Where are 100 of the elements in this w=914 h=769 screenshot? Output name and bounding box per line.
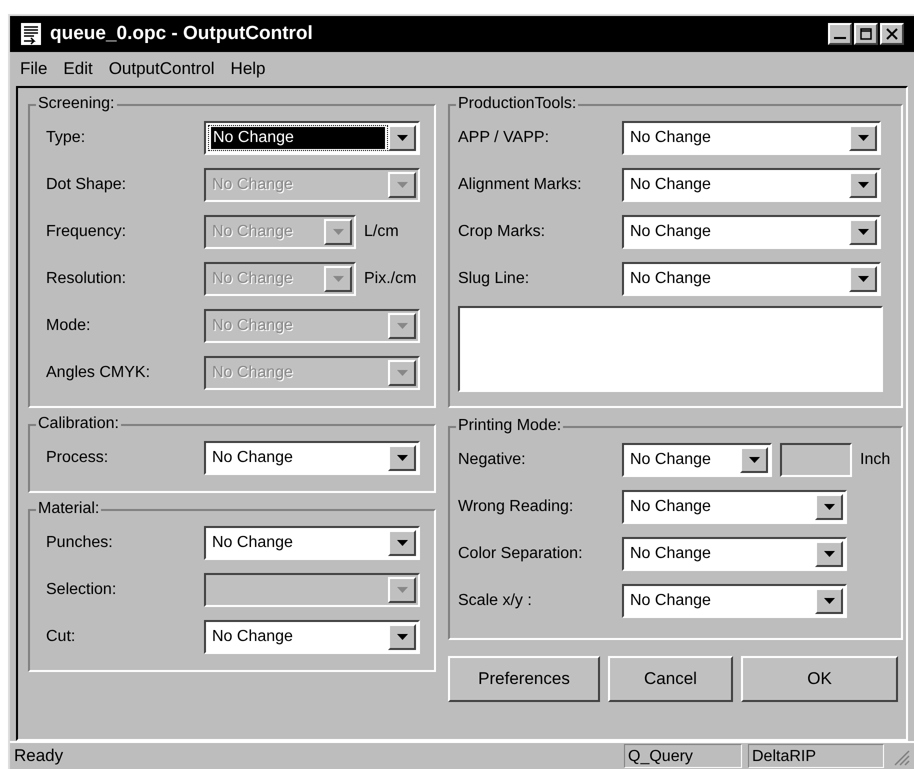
input-field[interactable] (780, 442, 852, 476)
caret-down-icon (396, 540, 408, 546)
field-label: Resolution: (46, 268, 128, 288)
maximize-button[interactable] (854, 23, 878, 45)
dropdown-field[interactable]: No Change (622, 490, 847, 524)
field-label: Wrong Reading: (458, 496, 574, 516)
dropdown-field[interactable]: No Change (204, 440, 420, 474)
field-label: APP / VAPP: (458, 128, 550, 148)
caret-down-icon (332, 276, 344, 282)
status-pane: DeltaRIP (748, 744, 884, 768)
dropdown-field[interactable]: No Change (622, 584, 847, 618)
caret-down-icon (858, 276, 868, 282)
dropdown-arrow-button[interactable] (815, 588, 843, 614)
menu-item[interactable]: Help (230, 56, 266, 82)
dropdown-value: No Change (629, 544, 712, 564)
dropdown-arrow-button[interactable] (849, 266, 877, 292)
caret-down-icon (396, 182, 408, 188)
group-title: Printing Mode: (456, 416, 564, 436)
field-label: Color Separation: (458, 544, 584, 564)
unit-label: Inch (860, 450, 890, 470)
dialog-button[interactable]: OK (741, 656, 898, 702)
unit-label: L/cm (364, 222, 399, 242)
dropdown-arrow-button[interactable] (388, 444, 416, 470)
field-label: Punches: (46, 532, 114, 552)
dropdown-field[interactable]: No Change (622, 168, 881, 202)
dropdown-field[interactable]: No Change (622, 214, 881, 248)
dropdown-value: No Change (629, 268, 712, 288)
dropdown-value: No Change (211, 222, 294, 242)
dropdown-value: No Change (211, 174, 294, 194)
unit-label: Pix./cm (364, 268, 416, 288)
field-label: Negative: (458, 450, 527, 470)
field-label: Slug Line: (458, 268, 530, 288)
document-icon (20, 22, 42, 46)
caret-down-icon (858, 182, 868, 188)
dropdown-arrow-button[interactable] (815, 494, 843, 520)
caret-down-icon (396, 322, 408, 328)
close-button[interactable] (880, 23, 904, 45)
caret-down-icon (824, 504, 834, 510)
dropdown-value: No Change (629, 496, 712, 516)
dropdown-field[interactable]: No Change (622, 120, 881, 154)
close-icon (886, 28, 898, 40)
field-label: Selection: (46, 580, 118, 600)
dropdown-field[interactable]: No Change (204, 620, 420, 654)
dropdown-value: No Change (629, 174, 712, 194)
field-label: Process: (46, 448, 110, 468)
dropdown-value: No Change (211, 532, 294, 552)
caret-down-icon (332, 228, 344, 234)
caret-down-icon (824, 598, 834, 604)
caret-down-icon (396, 134, 408, 140)
text-area[interactable] (458, 306, 883, 392)
dropdown-field[interactable]: No Change (622, 262, 881, 296)
caret-down-icon (858, 134, 868, 140)
dropdown-value: No Change (211, 126, 385, 148)
window-title: queue_0.opc - OutputControl (50, 22, 314, 46)
dropdown-arrow-button[interactable] (815, 540, 843, 566)
minimize-icon (834, 37, 846, 39)
dropdown-field[interactable]: No Change (204, 120, 420, 154)
dropdown-arrow-button[interactable] (849, 218, 877, 244)
dropdown-arrow-button[interactable] (849, 172, 877, 198)
caret-down-icon (396, 370, 408, 376)
field-label: Scale x/y : (458, 590, 533, 610)
dropdown-value: No Change (211, 268, 294, 288)
field-label: Cut: (46, 626, 76, 646)
caret-down-icon (748, 456, 760, 462)
dropdown-value: No Change (629, 222, 712, 242)
field-label: Mode: (46, 316, 92, 336)
dropdown-value: No Change (629, 128, 712, 148)
field-label: Crop Marks: (458, 222, 546, 242)
status-pane: Q_Query (624, 744, 742, 768)
field-label: Type: (46, 128, 86, 148)
menu-item[interactable]: File (20, 56, 48, 82)
dropdown-field[interactable]: No Change (622, 536, 847, 570)
menu-item[interactable]: OutputControl (108, 56, 215, 82)
status-text: Ready (13, 745, 64, 768)
dropdown-field[interactable]: No Change (204, 526, 420, 560)
field-label: Angles CMYK: (46, 362, 152, 382)
dropdown-field[interactable]: No Change (622, 442, 772, 476)
caret-down-icon (396, 634, 408, 640)
dropdown-value: No Change (629, 590, 712, 610)
caret-down-icon (396, 454, 408, 460)
dropdown-value: No Change (629, 450, 712, 470)
field-label: Alignment Marks: (458, 174, 583, 194)
dropdown-value: No Change (211, 316, 294, 336)
dropdown-value: No Change (211, 362, 294, 382)
dialog-button[interactable]: Cancel (608, 656, 733, 702)
dropdown-arrow-button[interactable] (388, 124, 416, 150)
dropdown-arrow-button[interactable] (388, 530, 416, 556)
field-label: Frequency: (46, 222, 128, 242)
dialog-button[interactable]: Preferences (448, 656, 600, 702)
dropdown-arrow-button[interactable] (388, 624, 416, 650)
dropdown-arrow-button[interactable] (849, 124, 877, 150)
maximize-icon (860, 28, 872, 40)
minimize-button[interactable] (828, 23, 852, 45)
dropdown-value: No Change (211, 448, 294, 468)
caret-down-icon (824, 550, 834, 556)
caret-down-icon (858, 228, 868, 234)
dropdown-arrow-button[interactable] (740, 446, 768, 472)
menu-item[interactable]: Edit (63, 56, 93, 82)
field-label: Dot Shape: (46, 174, 128, 194)
group-title: Screening: (36, 94, 116, 114)
